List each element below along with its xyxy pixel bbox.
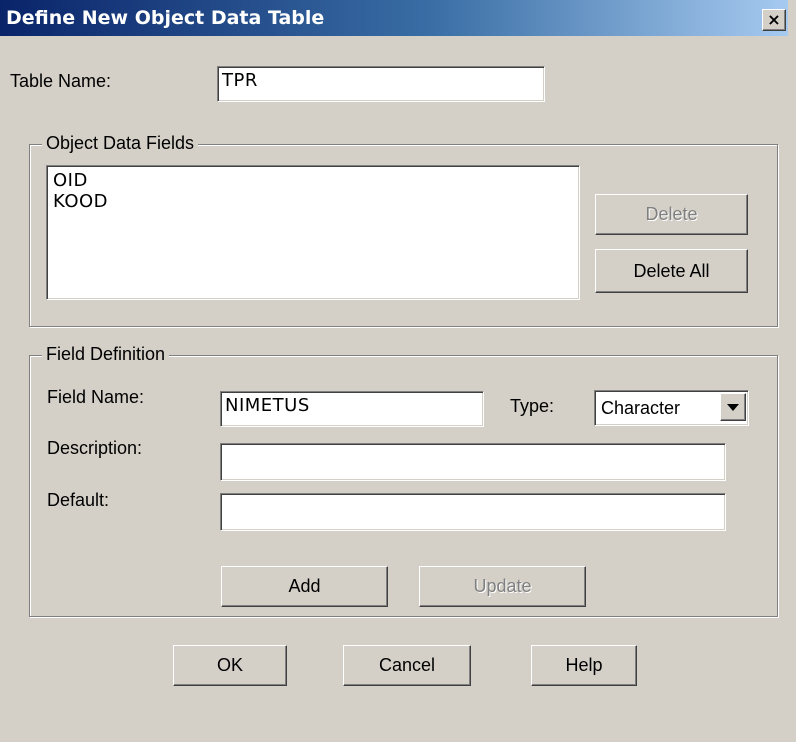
add-button[interactable]: Add bbox=[221, 566, 388, 607]
update-button[interactable]: Update bbox=[419, 566, 586, 607]
field-name-input[interactable]: NIMETUS bbox=[220, 391, 484, 427]
delete-all-button[interactable]: Delete All bbox=[595, 249, 748, 293]
description-input[interactable] bbox=[220, 443, 726, 481]
delete-button[interactable]: Delete bbox=[595, 194, 748, 235]
table-name-label: Table Name: bbox=[10, 71, 112, 91]
define-object-data-table-dialog: Define New Object Data Table × Table Nam… bbox=[0, 0, 796, 742]
type-label: Type: bbox=[510, 396, 555, 416]
object-data-fields-listbox[interactable]: OID KOOD bbox=[46, 165, 580, 300]
default-input[interactable] bbox=[220, 493, 726, 531]
default-label: Default: bbox=[47, 490, 110, 510]
close-button[interactable]: × bbox=[762, 9, 786, 31]
chevron-down-icon bbox=[727, 404, 739, 411]
type-select-value: Character bbox=[601, 398, 681, 418]
ok-button[interactable]: OK bbox=[173, 645, 287, 686]
window-title: Define New Object Data Table bbox=[6, 7, 325, 29]
table-name-input[interactable]: TPR bbox=[217, 66, 545, 102]
list-item[interactable]: OID bbox=[53, 170, 573, 191]
field-name-label: Field Name: bbox=[47, 387, 145, 407]
description-label: Description: bbox=[47, 438, 143, 458]
cancel-button[interactable]: Cancel bbox=[343, 645, 471, 686]
close-icon: × bbox=[767, 10, 781, 29]
field-definition-legend: Field Definition bbox=[42, 344, 170, 365]
type-dropdown-button[interactable] bbox=[720, 393, 746, 421]
object-data-fields-legend: Object Data Fields bbox=[42, 133, 199, 154]
type-select[interactable]: Character bbox=[594, 390, 749, 426]
help-button[interactable]: Help bbox=[531, 645, 637, 686]
title-bar[interactable]: Define New Object Data Table × bbox=[0, 0, 788, 36]
list-item[interactable]: KOOD bbox=[53, 191, 573, 212]
